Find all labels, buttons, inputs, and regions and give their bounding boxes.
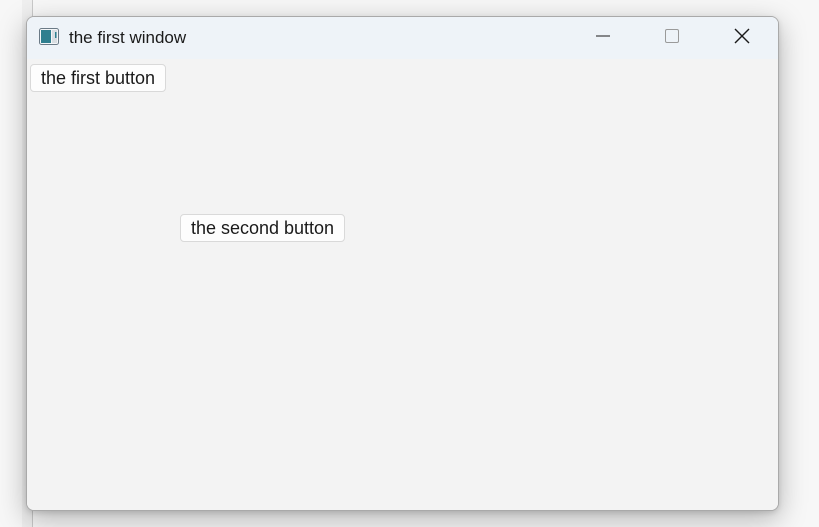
second-button[interactable]: the second button xyxy=(180,214,345,242)
maximize-icon xyxy=(664,28,680,49)
window-client-area: the first button the second button xyxy=(27,59,778,510)
app-window-icon xyxy=(39,28,59,45)
minimize-icon xyxy=(595,28,611,49)
window-title: the first window xyxy=(69,28,187,47)
minimize-button[interactable] xyxy=(580,17,626,59)
main-window: the first window the first button the se… xyxy=(26,16,779,511)
close-button[interactable] xyxy=(719,17,765,59)
maximize-button[interactable] xyxy=(649,17,695,59)
title-bar[interactable]: the first window xyxy=(27,17,778,59)
close-icon xyxy=(733,27,751,50)
first-button[interactable]: the first button xyxy=(30,64,166,92)
